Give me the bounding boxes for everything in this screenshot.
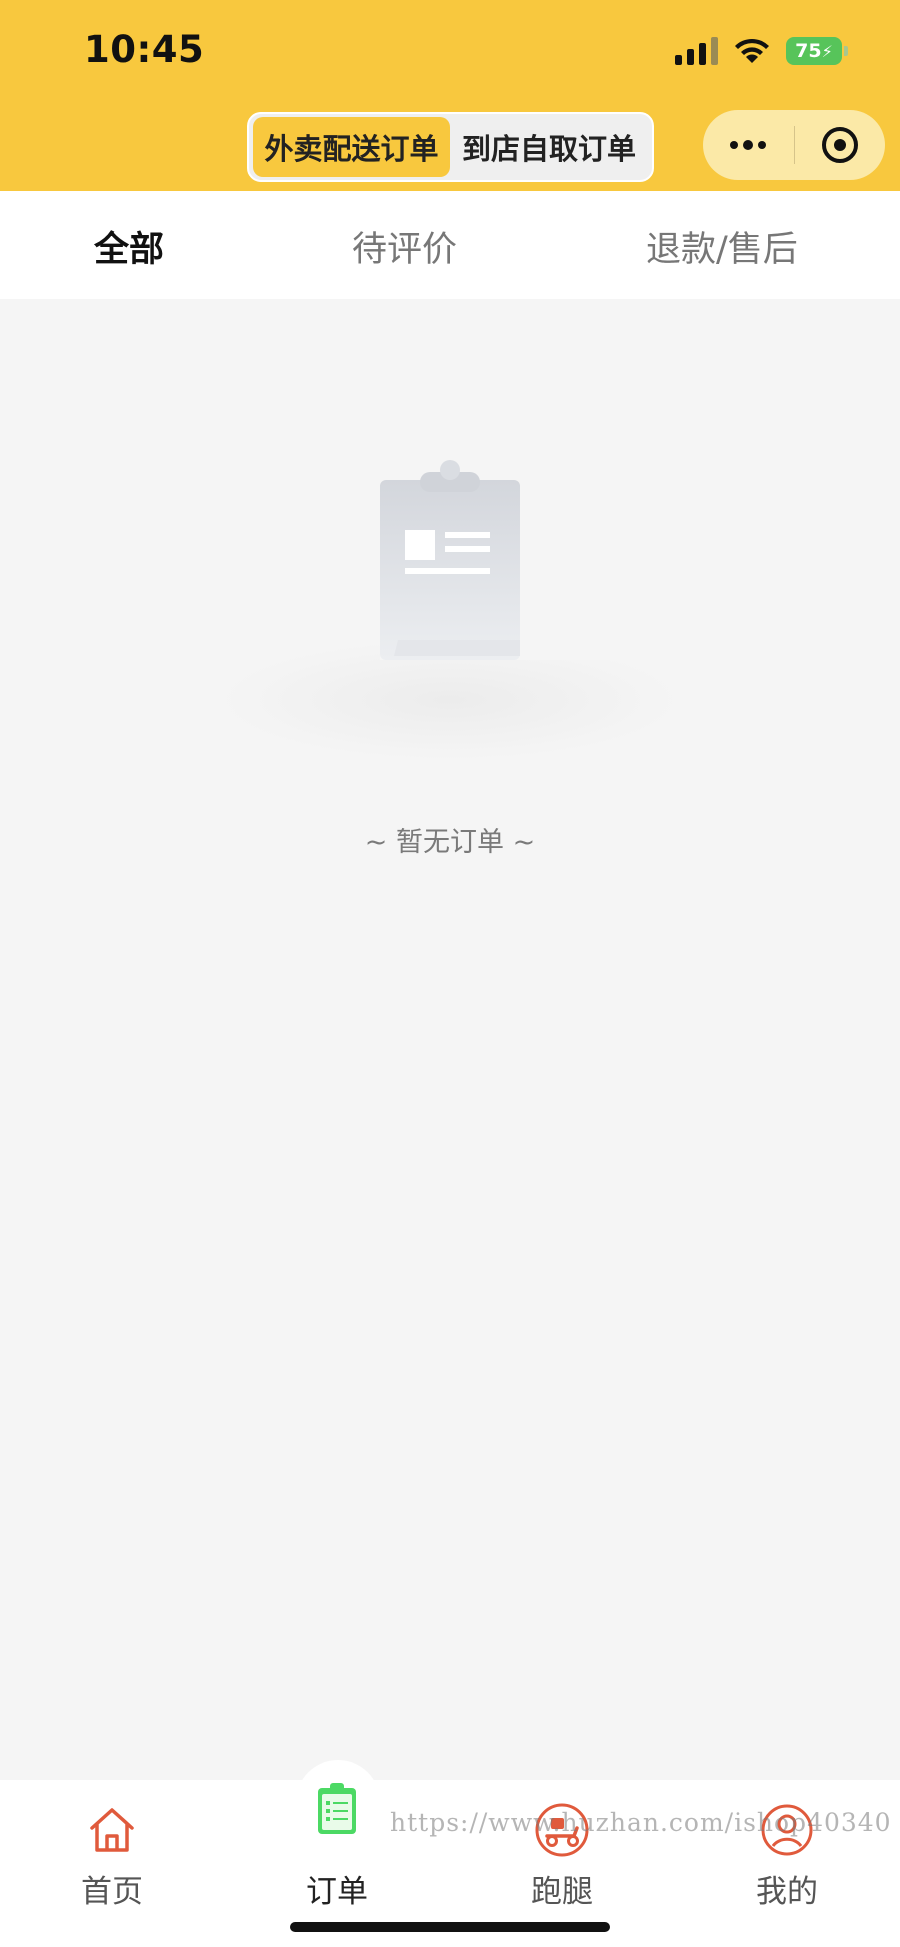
tab-refund-aftersale[interactable]: 退款/售后 bbox=[646, 221, 798, 272]
segment-delivery-orders[interactable]: 外卖配送订单 bbox=[253, 117, 450, 177]
status-indicators: 75 ⚡ bbox=[675, 34, 848, 68]
nav-errand[interactable]: 跑腿 bbox=[472, 1780, 652, 1920]
segment-pickup-orders[interactable]: 到店自取订单 bbox=[450, 117, 648, 177]
nav-mine[interactable]: 我的 bbox=[697, 1780, 877, 1920]
nav-home-label: 首页 bbox=[81, 1874, 143, 1910]
charging-bolt-icon: ⚡ bbox=[821, 41, 833, 61]
tab-to-review[interactable]: 待评价 bbox=[352, 221, 457, 272]
nav-mine-label: 我的 bbox=[756, 1874, 818, 1910]
watermark-text: https://www.huzhan.com/ishop40340 bbox=[390, 1808, 892, 1837]
nav-orders-label: 订单 bbox=[306, 1874, 368, 1910]
battery-level: 75 bbox=[795, 40, 822, 62]
order-type-switch: 外卖配送订单 到店自取订单 bbox=[247, 112, 654, 182]
close-miniprogram-button[interactable] bbox=[795, 110, 886, 180]
more-button[interactable] bbox=[703, 110, 794, 180]
cellular-signal-icon bbox=[675, 37, 718, 65]
tab-all[interactable]: 全部 bbox=[94, 221, 164, 272]
miniprogram-capsule bbox=[703, 110, 885, 180]
nav-errand-label: 跑腿 bbox=[531, 1874, 593, 1910]
header: 10:45 75 ⚡ 外卖配送订单 到店自取订单 bbox=[0, 0, 900, 191]
order-filter-tabs: 全部 待评价 退款/售后 bbox=[0, 191, 900, 299]
target-circle-icon bbox=[821, 127, 858, 163]
nav-home[interactable]: 首页 bbox=[22, 1780, 202, 1920]
clipboard-icon bbox=[318, 1783, 356, 1834]
home-icon bbox=[90, 1808, 134, 1852]
status-time: 10:45 bbox=[84, 28, 205, 71]
nav-orders[interactable]: 订单 bbox=[247, 1780, 427, 1920]
more-dots-icon bbox=[730, 140, 767, 150]
wifi-icon bbox=[735, 38, 769, 63]
battery-icon: 75 ⚡ bbox=[786, 37, 848, 65]
home-indicator[interactable] bbox=[290, 1922, 610, 1932]
orders-page: 10:45 75 ⚡ 外卖配送订单 到店自取订单 全部 待评价 退款/售后 ~ … bbox=[0, 0, 900, 1947]
empty-message: ~ 暂无订单 ~ bbox=[364, 827, 536, 858]
empty-clipboard-illustration bbox=[220, 460, 680, 760]
